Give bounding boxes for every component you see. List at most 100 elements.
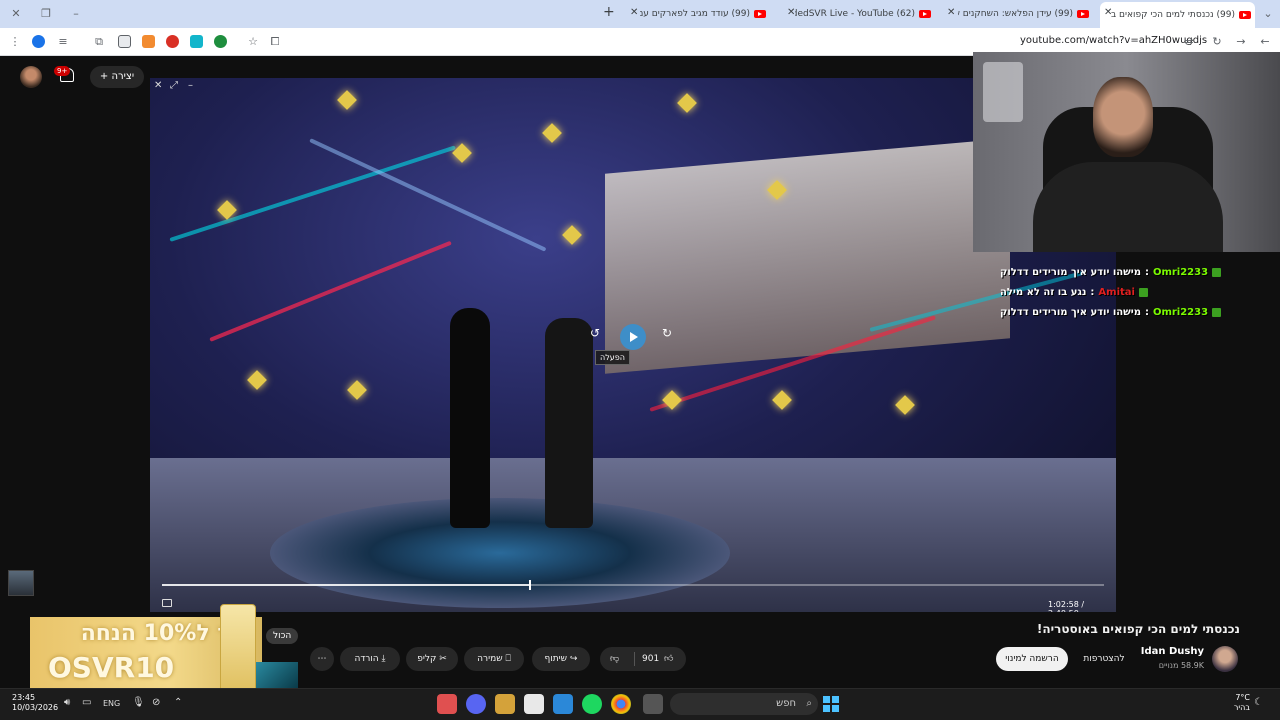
screen: ✕ ❐ – + (99) עודד מגיב לפארקים עם הכ ✕ (…	[0, 0, 1280, 720]
chat-row: Omri2233 : מישהו יודע איך מורידים דדלוק	[1000, 302, 1240, 322]
volume-icon[interactable]: 🔊︎	[64, 697, 70, 708]
webcam-background-shelf	[983, 62, 1023, 122]
translate-icon[interactable]	[190, 35, 203, 48]
spotify-app-icon[interactable]	[582, 694, 602, 714]
expand-icon[interactable]: ⤢	[170, 80, 178, 91]
singer-woman	[450, 308, 490, 528]
extension-orange-icon[interactable]	[142, 35, 155, 48]
join-button[interactable]: להצטרפות	[1074, 647, 1134, 671]
site-settings-icon[interactable]: ⇌	[1182, 35, 1196, 49]
tab-1-close-icon[interactable]: ✕	[947, 7, 955, 18]
ad-perfume-bottle	[220, 604, 256, 692]
stage-disc	[270, 498, 730, 608]
language-indicator[interactable]: ENG	[103, 699, 120, 708]
minimize-window-icon[interactable]: –	[68, 6, 84, 22]
address-bar[interactable]: youtube.com/watch?v=ahZH0wugdjs	[1020, 35, 1207, 46]
more-actions-icon[interactable]: ⋯	[310, 647, 334, 671]
progress-bar[interactable]	[162, 580, 1104, 590]
windows-start-icon[interactable]	[823, 696, 839, 712]
chat-badge-icon	[1212, 267, 1222, 277]
telegram-app-icon[interactable]	[437, 694, 457, 714]
youtube-favicon-icon	[1077, 9, 1089, 18]
bookmark-icon: ⎕	[505, 654, 511, 664]
side-thumbnail[interactable]	[8, 570, 34, 596]
scissors-icon: ✂	[439, 654, 447, 664]
app-icon[interactable]	[524, 694, 544, 714]
recommended-thumbnail[interactable]	[256, 662, 298, 688]
video-player[interactable]: ✕ ⤢ – ↺ ↻ הפעלה 1:02:58 / 2:40:50	[150, 78, 1116, 612]
captions-icon[interactable]	[162, 599, 172, 607]
singer-man	[545, 318, 593, 528]
chat-badge-icon	[1212, 307, 1222, 317]
tab-0-close-icon[interactable]: ✕	[1104, 7, 1112, 18]
microphone-icon[interactable]: 🎙︎	[132, 697, 145, 708]
tray-chevron-icon[interactable]: ⌃	[174, 697, 182, 708]
taskbar-search[interactable]: חפש ⌕	[670, 693, 818, 715]
forward-10-icon[interactable]: ↻	[662, 326, 672, 340]
channel-avatar[interactable]	[1212, 646, 1238, 672]
extension-icon[interactable]: ≡	[56, 35, 70, 49]
download-button[interactable]: הורדה ⤓	[340, 647, 400, 671]
subscribe-button[interactable]: הרשמה למינוי	[996, 647, 1068, 671]
stage-light	[562, 225, 582, 245]
screen-capture-icon[interactable]	[118, 35, 131, 48]
chat-row: Amitai : נגע בו זה לא מילה	[1000, 282, 1240, 302]
close-miniplayer-icon[interactable]: ✕	[154, 80, 162, 91]
browser-tab-strip: ✕ ❐ – + (99) עודד מגיב לפארקים עם הכ ✕ (…	[0, 0, 1280, 28]
extensions-puzzle-icon[interactable]: ⧉	[92, 35, 106, 49]
like-dislike-group: 👎︎ 901 👍︎	[600, 647, 686, 671]
bookmark-star-icon[interactable]: ☆	[246, 35, 260, 49]
tab-0-active[interactable]: (99) נכנסתי למים הכי קפואים ב	[1100, 2, 1255, 28]
maximize-window-icon[interactable]: ❐	[38, 6, 54, 22]
search-icon: ⌕	[806, 698, 812, 709]
minimize-icon[interactable]: –	[188, 80, 193, 91]
apps-grid-icon[interactable]	[553, 694, 573, 714]
chrome-app-icon[interactable]	[611, 694, 631, 714]
install-app-icon[interactable]: ⧠	[268, 35, 282, 49]
plus-icon: +	[99, 71, 112, 82]
download-icon: ⤓	[381, 654, 386, 664]
progress-scrubber[interactable]	[529, 580, 532, 590]
stage-light	[772, 390, 792, 410]
chat-row: Omri2233 : מישהו יודע איך מורידים דדלוק	[1000, 262, 1240, 282]
tab-3-close-icon[interactable]: ✕	[630, 7, 638, 18]
clip-button[interactable]: קליפ ✂	[406, 647, 458, 671]
tab-search-chevron-icon[interactable]: ⌄	[1260, 6, 1276, 22]
close-window-icon[interactable]: ✕	[8, 6, 24, 22]
display-icon[interactable]: ▭	[82, 697, 91, 708]
play-button[interactable]	[620, 324, 646, 350]
reload-icon[interactable]: ↻	[1210, 35, 1224, 49]
weather-widget[interactable]: 7°C בהיר	[1232, 693, 1250, 713]
discord-app-icon[interactable]	[466, 694, 486, 714]
stage-light	[542, 123, 562, 143]
account-avatar[interactable]	[20, 66, 42, 88]
extension-red-icon[interactable]	[166, 35, 179, 48]
time-display: 1:02:58 / 2:40:50	[1048, 600, 1085, 612]
app-icon[interactable]	[495, 694, 515, 714]
create-button[interactable]: + יצירה	[90, 66, 144, 88]
tab-1[interactable]: (99) עידן הפלאש: השחקנים ש	[958, 4, 1093, 24]
menu-dots-icon[interactable]: ⋮	[8, 35, 22, 49]
rewind-10-icon[interactable]: ↺	[590, 326, 600, 340]
new-tab-icon[interactable]: +	[603, 4, 615, 20]
moon-weather-icon: ☾	[1254, 697, 1263, 708]
like-icon[interactable]: 👍︎	[664, 647, 673, 671]
back-icon[interactable]: ←	[1258, 35, 1272, 49]
file-explorer-icon[interactable]	[643, 694, 663, 714]
profile-icon[interactable]	[32, 35, 45, 48]
filter-chip-all[interactable]: הכול	[266, 628, 299, 644]
extension-green-icon[interactable]	[214, 35, 227, 48]
tab-3[interactable]: (99) עודד מגיב לפארקים עם הכ	[640, 4, 770, 24]
save-button[interactable]: שמירה ⎕	[464, 647, 524, 671]
share-button[interactable]: שיתוף ↪	[532, 647, 590, 671]
forward-icon[interactable]: →	[1234, 35, 1248, 49]
dislike-icon[interactable]: 👎︎	[610, 647, 619, 671]
light-beam	[209, 240, 452, 342]
clock[interactable]: 23:45 10/03/2026	[12, 693, 58, 713]
network-off-icon[interactable]: ⊘	[152, 697, 160, 708]
tab-2-close-icon[interactable]: ✕	[787, 7, 795, 18]
chat-row-partial	[1000, 248, 1240, 262]
tab-2[interactable]: (62) OdedSVR Live - YouTube	[795, 4, 935, 24]
youtube-favicon-icon	[754, 9, 766, 18]
stage-light	[677, 93, 697, 113]
